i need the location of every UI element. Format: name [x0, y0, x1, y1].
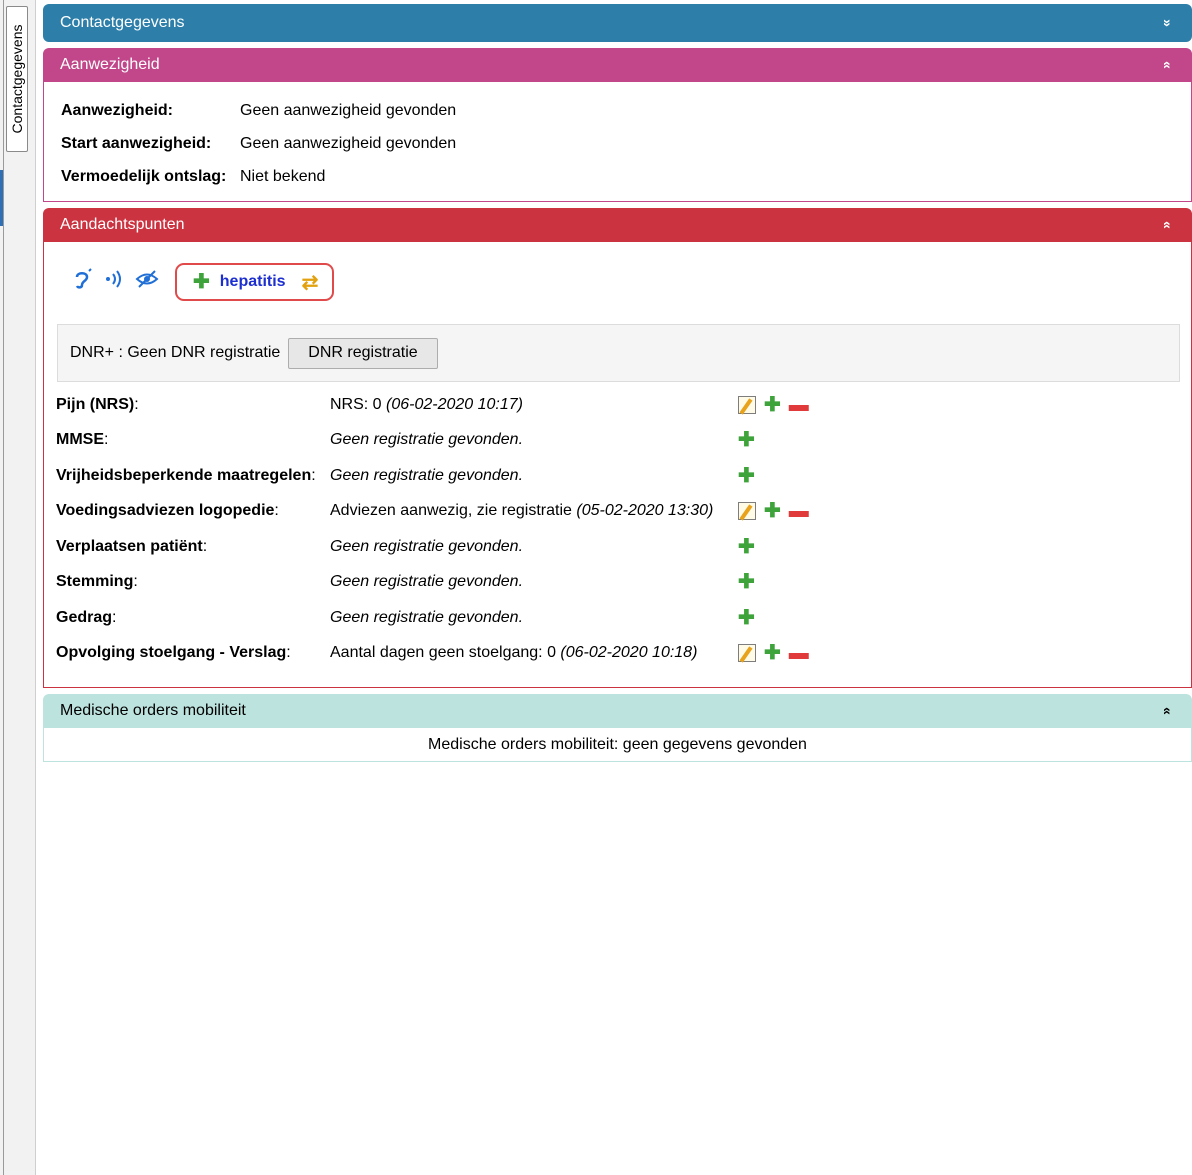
add-icon[interactable]: ✚ [764, 643, 781, 663]
list-item: Vrijheidsbeperkende maatregelen: Geen re… [56, 458, 809, 494]
registration-label[interactable]: Voedingsadviezen logopedie: [56, 502, 330, 520]
aandachtspunten-body: ✚ hepatitis ⇄ DNR+ : Geen DNR registrati… [43, 242, 1192, 688]
vermoedelijk-ontslag-row: Vermoedelijk ontslag: Niet bekend [44, 160, 1191, 193]
side-tab-strip: Contactgegevens [0, 0, 36, 1175]
add-icon[interactable]: ✚ [738, 466, 755, 486]
remove-icon[interactable]: ▬ [789, 395, 809, 415]
registration-value: NRS: 0 (06-02-2020 10:17) [330, 395, 523, 413]
row-actions: ✚ ▬ [738, 395, 809, 415]
row-actions: ✚ [738, 430, 755, 450]
edit-icon[interactable] [738, 644, 756, 663]
registration-value: Geen registratie gevonden. [330, 431, 524, 449]
registration-value: Adviezen aanwezig, zie registratie (05-0… [330, 502, 714, 520]
swap-icon[interactable]: ⇄ [302, 270, 319, 295]
dnr-box: DNR+ : Geen DNR registratie DNR registra… [57, 324, 1180, 382]
registration-value: Geen registratie gevonden. [330, 537, 524, 555]
remove-icon[interactable]: ▬ [789, 501, 809, 521]
main-content: Contactgegevens » Aanwezigheid « Aanwezi… [43, 4, 1192, 1175]
row-actions: ✚ ▬ [738, 643, 809, 663]
registration-list: Pijn (NRS): NRS: 0 (06-02-2020 10:17) ✚ … [56, 387, 809, 671]
registration-value: Aantal dagen geen stoelgang: 0 (06-02-20… [330, 644, 698, 662]
panel-contactgegevens: Contactgegevens » [43, 4, 1192, 42]
hepatitis-tag[interactable]: ✚ hepatitis ⇄ [175, 263, 335, 301]
registration-label[interactable]: Opvolging stoelgang - Verslag: [56, 644, 330, 662]
panel-aanwezigheid: Aanwezigheid « Aanwezigheid: Geen aanwez… [43, 48, 1192, 202]
collapse-icon[interactable]: « [1151, 221, 1185, 229]
field-value: Geen aanwezigheid gevonden [240, 102, 457, 119]
add-icon[interactable]: ✚ [764, 501, 781, 521]
edit-icon[interactable] [738, 502, 756, 521]
side-active-marker [0, 170, 3, 226]
list-item: Gedrag: Geen registratie gevonden. ✚ [56, 600, 809, 636]
aanwezigheid-row: Aanwezigheid: Geen aanwezigheid gevonden [44, 94, 1191, 127]
add-icon[interactable]: ✚ [738, 537, 755, 557]
panel-aandachtspunten: Aandachtspunten « ✚ hepatitis ⇄ DNR+: G… [43, 208, 1192, 688]
panel-medische-orders-mobiliteit: Medische orders mobiliteit « Medische or… [43, 694, 1192, 762]
field-label: Vermoedelijk ontslag: [61, 168, 227, 185]
eye-crossed-icon[interactable] [135, 268, 159, 296]
add-icon[interactable]: ✚ [738, 430, 755, 450]
edit-icon[interactable] [738, 395, 756, 414]
panel-title: Aandachtspunten [60, 216, 185, 233]
side-tab-label: Contactgegevens [9, 24, 25, 134]
expand-icon[interactable]: » [1149, 19, 1187, 27]
side-tab-contactgegevens[interactable]: Contactgegevens [6, 6, 28, 152]
mobiliteit-body: Medische orders mobiliteit: geen gegeven… [43, 728, 1192, 762]
ear-icon[interactable] [71, 268, 93, 296]
hepatitis-label[interactable]: hepatitis [220, 273, 286, 291]
registration-value: Geen registratie gevonden. [330, 573, 524, 591]
dnr-status: DNR+ : Geen DNR registratie [70, 344, 281, 361]
list-item: Opvolging stoelgang - Verslag: Aantal da… [56, 636, 809, 672]
list-item: Voedingsadviezen logopedie: Adviezen aan… [56, 494, 809, 530]
panel-title: Aanwezigheid [60, 56, 160, 73]
collapse-icon[interactable]: « [1151, 61, 1185, 69]
plus-icon[interactable]: ✚ [193, 272, 210, 292]
add-icon[interactable]: ✚ [764, 395, 781, 415]
aanwezigheid-body: Aanwezigheid: Geen aanwezigheid gevonden… [43, 82, 1192, 202]
registration-value: Geen registratie gevonden. [330, 608, 524, 626]
empty-message: Medische orders mobiliteit: geen gegeven… [428, 736, 807, 753]
list-item: Pijn (NRS): NRS: 0 (06-02-2020 10:17) ✚ … [56, 387, 809, 423]
panel-header-mobiliteit[interactable]: Medische orders mobiliteit « [43, 694, 1192, 728]
add-icon[interactable]: ✚ [738, 608, 755, 628]
registration-value: Geen registratie gevonden. [330, 466, 524, 484]
panel-title: Contactgegevens [60, 14, 185, 31]
start-aanwezigheid-row: Start aanwezigheid: Geen aanwezigheid ge… [44, 127, 1191, 160]
registration-label[interactable]: Stemming: [56, 573, 330, 591]
list-item: Verplaatsen patiënt: Geen registratie ge… [56, 529, 809, 565]
row-actions: ✚ [738, 572, 755, 592]
collapse-icon[interactable]: « [1151, 707, 1185, 715]
panel-header-aandachtspunten[interactable]: Aandachtspunten « [43, 208, 1192, 242]
panel-header-contactgegevens[interactable]: Contactgegevens » [43, 4, 1192, 42]
field-label: Aanwezigheid: [61, 102, 174, 119]
field-value: Geen aanwezigheid gevonden [240, 135, 457, 152]
dnr-registratie-button[interactable]: DNR registratie [288, 337, 438, 369]
row-actions: ✚ [738, 466, 755, 486]
registration-label[interactable]: Gedrag: [56, 609, 330, 627]
row-actions: ✚ [738, 537, 755, 557]
list-item: MMSE: Geen registratie gevonden. ✚ [56, 423, 809, 459]
add-icon[interactable]: ✚ [738, 572, 755, 592]
registration-label[interactable]: Pijn (NRS): [56, 396, 330, 414]
registration-label[interactable]: Vrijheidsbeperkende maatregelen: [56, 467, 330, 485]
row-actions: ✚ [738, 608, 755, 628]
registration-label[interactable]: MMSE: [56, 431, 330, 449]
remove-icon[interactable]: ▬ [789, 643, 809, 663]
panel-title: Medische orders mobiliteit [60, 702, 246, 719]
row-actions: ✚ ▬ [738, 501, 809, 521]
registration-label[interactable]: Verplaatsen patiënt: [56, 538, 330, 556]
list-item: Stemming: Geen registratie gevonden. ✚ [56, 565, 809, 601]
hearing-aid-icon[interactable] [103, 268, 125, 296]
attention-icons: ✚ hepatitis ⇄ [71, 262, 335, 302]
field-label: Start aanwezigheid: [61, 135, 212, 152]
panel-header-aanwezigheid[interactable]: Aanwezigheid « [43, 48, 1192, 82]
strip-edge [3, 0, 4, 1175]
field-value: Niet bekend [240, 168, 326, 185]
